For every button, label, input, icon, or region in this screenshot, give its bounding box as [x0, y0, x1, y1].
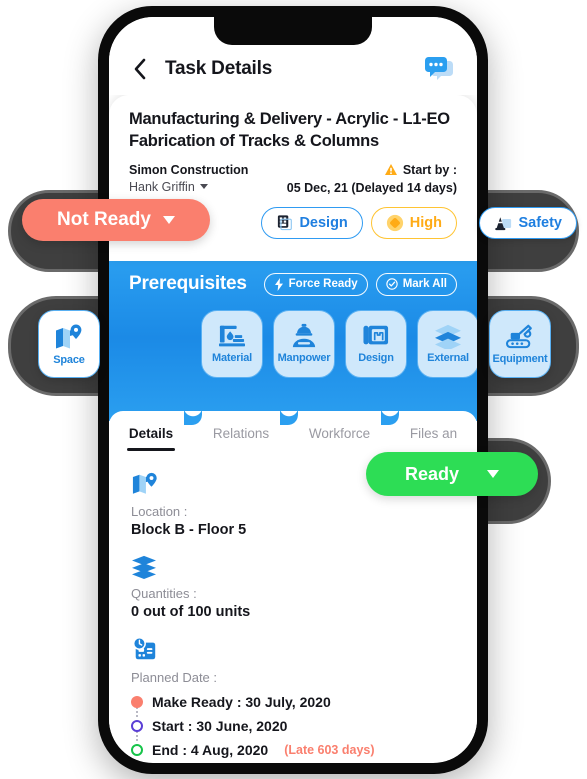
planned-date-start-text: Start : 30 June, 2020 — [152, 717, 288, 734]
page-title: Task Details — [165, 58, 273, 79]
date-connector — [136, 706, 138, 717]
quantities-label: Quantities : — [131, 585, 197, 601]
prerequisite-card-space[interactable]: Space — [38, 310, 100, 378]
diamond-icon — [386, 214, 403, 231]
planned-date-label: Planned Date : — [131, 669, 218, 685]
chip-safety[interactable]: Safety — [479, 207, 577, 239]
prerequisite-cards: Material Manpower Design External — [129, 309, 477, 378]
chevron-left-icon — [134, 58, 146, 80]
tag-chips: Design High — [261, 206, 457, 239]
mark-all-label: Mark All — [402, 278, 447, 291]
tab-details-label: Details — [128, 426, 174, 442]
not-ready-status-button[interactable]: Not Ready — [22, 199, 210, 241]
prerequisites-actions: Force Ready Mark All — [263, 272, 457, 296]
blueprint-icon — [278, 215, 293, 231]
planned-date-end-text: End : 4 Aug, 2020 — [152, 741, 269, 758]
location-value: Block B - Floor 5 — [131, 521, 247, 538]
blueprint-roll-icon — [363, 326, 389, 345]
task-meta-right: Start by : 05 Dec, 21 (Delayed 14 days) — [287, 163, 457, 195]
layers-icon — [435, 325, 461, 350]
map-pin-icon — [132, 472, 157, 494]
back-button[interactable] — [129, 58, 151, 80]
company-name: Simon Construction — [129, 162, 249, 177]
ready-status-button[interactable]: Ready — [366, 452, 538, 496]
map-pin-icon — [56, 324, 82, 348]
tab-details[interactable]: Details — [109, 411, 193, 457]
chip-high-label: High — [409, 214, 442, 231]
late-note: (Late 603 days) — [284, 742, 375, 757]
phone-frame: Task Details Manufacturing & Delivery - … — [98, 6, 488, 774]
prerequisite-card-external[interactable]: External — [417, 309, 477, 378]
not-ready-label: Not Ready — [57, 209, 151, 230]
prerequisites-title: Prerequisites — [129, 273, 247, 295]
prerequisite-card-external-label: External — [427, 352, 469, 365]
calendar-clock-icon — [132, 636, 156, 660]
mark-all-button[interactable]: Mark All — [375, 272, 457, 296]
prerequisites-header: Prerequisites Force Ready Mark All — [129, 272, 457, 296]
chevron-down-icon — [162, 216, 175, 224]
chip-design[interactable]: Design — [261, 206, 363, 239]
chip-high[interactable]: High — [370, 206, 457, 239]
status-dot-start — [131, 719, 143, 732]
crane-excavator-icon — [505, 324, 532, 348]
chat-bubbles-icon[interactable] — [423, 55, 455, 83]
material-bucket-icon — [219, 326, 245, 347]
planned-date-block: Planned Date : Make Ready : 30 July, 202… — [131, 636, 455, 762]
chip-design-label: Design — [299, 214, 348, 231]
layers-icon — [132, 555, 156, 579]
prerequisite-card-design[interactable]: Design — [345, 309, 407, 378]
prerequisite-card-material[interactable]: Material — [201, 309, 263, 378]
start-by-label: Start by : — [402, 162, 457, 177]
tab-files-label: Files an — [409, 426, 458, 442]
assignee-dropdown[interactable]: Hank Griffin — [129, 180, 248, 194]
phone-notch — [214, 17, 372, 45]
tab-workforce-label: Workforce — [308, 426, 371, 442]
safety-cone-icon — [495, 216, 512, 230]
tab-bar: Details Relations Workforce Files an — [109, 410, 477, 457]
quantities-block: Quantities : 0 out of 100 units — [131, 555, 455, 620]
task-title: Manufacturing & Delivery - Acrylic - L1-… — [129, 110, 450, 150]
chevron-down-icon — [487, 470, 500, 478]
task-meta-left: Simon Construction Hank Griffin — [129, 163, 248, 194]
start-by-date: 05 Dec, 21 (Delayed 14 days) — [286, 180, 457, 195]
phone-screen: Task Details Manufacturing & Delivery - … — [109, 17, 477, 763]
prerequisites-panel: Prerequisites Force Ready Mark All Mater… — [109, 260, 477, 421]
force-ready-label: Force Ready — [288, 278, 358, 291]
location-label: Location : — [131, 503, 188, 519]
prerequisite-card-design-label: Design — [358, 352, 394, 365]
tab-files[interactable]: Files an — [390, 411, 477, 457]
tab-relations[interactable]: Relations — [193, 411, 289, 457]
prerequisite-card-space-label: Space — [53, 353, 85, 366]
planned-date-make-ready-text: Make Ready : 30 July, 2020 — [152, 693, 331, 710]
quantities-value: 0 out of 100 units — [131, 603, 251, 620]
lightning-bolt-icon — [274, 277, 283, 291]
worker-helmet-icon — [292, 324, 316, 348]
planned-date-make-ready: Make Ready : 30 July, 2020 — [131, 690, 455, 717]
task-meta-row: Simon Construction Hank Griffin Start by… — [129, 163, 457, 195]
tab-relations-label: Relations — [212, 426, 270, 442]
status-dot-end — [131, 743, 143, 756]
check-circle-icon — [385, 278, 398, 291]
details-content: Location : Block B - Floor 5 Quantities … — [109, 456, 477, 762]
prerequisite-card-equipment-label: Equipment — [492, 352, 548, 365]
screenshot-stage: Task Details Manufacturing & Delivery - … — [0, 0, 587, 779]
warning-triangle-icon — [384, 164, 397, 176]
prerequisite-card-material-label: Material — [212, 352, 252, 365]
planned-date-end: End : 4 Aug, 2020 (Late 603 days) — [131, 738, 455, 762]
assignee-name: Hank Griffin — [129, 179, 195, 194]
prerequisite-card-manpower[interactable]: Manpower — [273, 309, 335, 378]
chevron-down-icon — [199, 184, 208, 190]
start-by-row: Start by : — [384, 163, 457, 177]
chip-safety-label: Safety — [518, 215, 562, 231]
date-connector — [136, 730, 138, 741]
ready-label: Ready — [404, 463, 460, 484]
force-ready-button[interactable]: Force Ready — [263, 272, 368, 296]
planned-date-start: Start : 30 June, 2020 — [131, 714, 455, 741]
status-dot-make-ready — [131, 695, 143, 708]
prerequisite-card-manpower-label: Manpower — [277, 352, 331, 365]
tab-workforce[interactable]: Workforce — [289, 411, 390, 457]
prerequisite-card-equipment[interactable]: Equipment — [489, 310, 551, 378]
planned-date-list: Make Ready : 30 July, 2020 Start : 30 Ju… — [131, 690, 455, 762]
